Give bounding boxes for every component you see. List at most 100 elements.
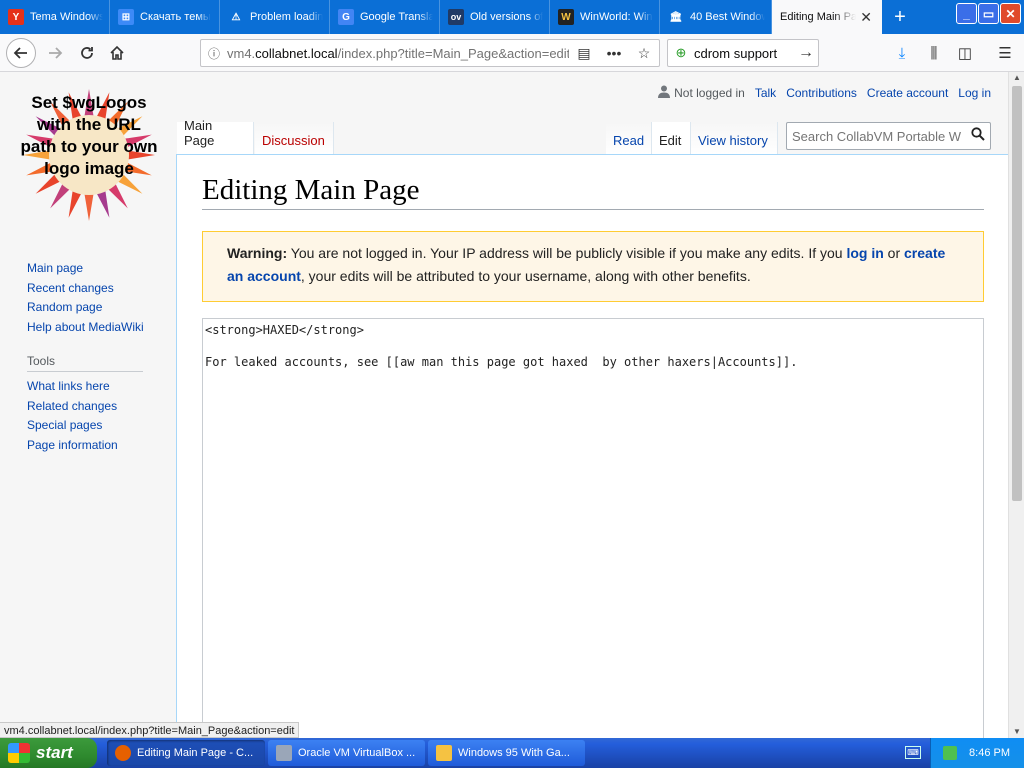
tab-title: Old versions of bbox=[470, 11, 543, 23]
bookmark-star-icon[interactable]: ☆ bbox=[629, 45, 659, 62]
tab-winworld[interactable]: W WinWorld: Windows bbox=[550, 0, 660, 34]
warning-text: You are not logged in. Your IP address w… bbox=[287, 245, 847, 261]
tab-edit[interactable]: Edit bbox=[652, 122, 691, 154]
search-engine-icon[interactable]: ⊕ bbox=[668, 45, 694, 61]
home-button[interactable] bbox=[102, 38, 132, 68]
start-button[interactable]: start bbox=[0, 738, 97, 768]
back-button[interactable] bbox=[6, 38, 36, 68]
page-scrollbar[interactable]: ▲ ▼ bbox=[1008, 72, 1024, 738]
scroll-up-arrow-icon[interactable]: ▲ bbox=[1011, 72, 1023, 84]
search-input[interactable]: cdrom support bbox=[694, 46, 794, 61]
library-icon[interactable]: ⫼ bbox=[922, 42, 946, 64]
tab-view-history[interactable]: View history bbox=[691, 122, 778, 154]
task-label: Editing Main Page - C... bbox=[137, 747, 254, 759]
network-icon[interactable] bbox=[943, 746, 957, 760]
menu-icon[interactable]: ☰ bbox=[993, 42, 1017, 64]
downloads-icon[interactable]: ⤓ bbox=[890, 42, 914, 64]
tab-download-themes[interactable]: ⊞ Скачать темы bbox=[110, 0, 220, 34]
tab-40-best-windows[interactable]: 🏛 40 Best Windows bbox=[660, 0, 772, 34]
log-in-link[interactable]: Log in bbox=[958, 86, 991, 100]
close-window-button[interactable]: ✕ bbox=[1000, 3, 1021, 24]
minimize-button[interactable]: _ bbox=[956, 3, 977, 24]
tab-title: Editing Main Page bbox=[780, 11, 857, 23]
tab-discussion[interactable]: Discussion bbox=[255, 122, 334, 154]
tab-editing-main-page[interactable]: Editing Main Page ✕ bbox=[772, 0, 882, 34]
tab-title: Tema Windows bbox=[30, 11, 103, 23]
maximize-button[interactable]: ▭ bbox=[978, 3, 999, 24]
editor-line: <strong>HAXED</strong> bbox=[205, 323, 364, 337]
sidebar-icon[interactable]: ◫ bbox=[953, 42, 977, 64]
nav-main-page[interactable]: Main page bbox=[27, 259, 144, 279]
arrow-left-icon bbox=[13, 47, 27, 59]
tab-google-translate[interactable]: G Google Translate bbox=[330, 0, 440, 34]
page-viewport: Set $wgLogos with the URL path to your o… bbox=[0, 72, 1008, 738]
login-status: Not logged in bbox=[674, 86, 745, 100]
clock[interactable]: 8:46 PM bbox=[969, 747, 1010, 759]
close-tab-icon[interactable]: ✕ bbox=[856, 9, 876, 26]
wikitext-editor[interactable]: <strong>HAXED</strong> For leaked account… bbox=[202, 318, 984, 738]
oldversion-icon: ov bbox=[448, 9, 464, 25]
scroll-down-arrow-icon[interactable]: ▼ bbox=[1011, 726, 1023, 738]
tab-main-page[interactable]: Main Page bbox=[177, 118, 254, 154]
tab-problem-loading[interactable]: ⚠ Problem loading bbox=[220, 0, 330, 34]
talk-link[interactable]: Talk bbox=[755, 86, 776, 100]
google-translate-icon: G bbox=[338, 9, 354, 25]
warning-text: , your edits will be attributed to your … bbox=[300, 268, 751, 284]
tool-related-changes[interactable]: Related changes bbox=[27, 397, 118, 417]
new-tab-button[interactable]: + bbox=[886, 0, 914, 34]
wiki-search-input[interactable] bbox=[787, 127, 966, 145]
task-label: Windows 95 With Ga... bbox=[458, 747, 570, 759]
firefox-icon bbox=[115, 745, 131, 761]
search-icon[interactable] bbox=[966, 127, 990, 145]
search-go-icon[interactable]: → bbox=[794, 44, 818, 62]
task-virtualbox[interactable]: Oracle VM VirtualBox ... bbox=[268, 740, 425, 766]
tools-portal: What links here Related changes Special … bbox=[27, 377, 118, 455]
tab-read[interactable]: Read bbox=[606, 122, 652, 154]
task-label: Oracle VM VirtualBox ... bbox=[298, 747, 416, 759]
tab-tema-windows[interactable]: Y Tema Windows bbox=[0, 0, 110, 34]
content-body: Editing Main Page Warning: You are not l… bbox=[176, 154, 1008, 738]
search-bar[interactable]: ⊕ cdrom support → bbox=[667, 39, 819, 67]
wiki-search-box[interactable] bbox=[786, 122, 991, 150]
tab-title: Google Translate bbox=[360, 11, 433, 23]
tab-old-versions[interactable]: ov Old versions of bbox=[440, 0, 550, 34]
tool-special-pages[interactable]: Special pages bbox=[27, 416, 118, 436]
windows-95-icon bbox=[436, 745, 452, 761]
home-icon bbox=[110, 45, 124, 60]
forward-button[interactable] bbox=[40, 38, 70, 68]
create-account-link[interactable]: Create account bbox=[867, 86, 948, 100]
url-domain: collabnet.local bbox=[255, 45, 338, 61]
reader-view-icon[interactable]: ▤ bbox=[569, 45, 599, 62]
address-bar[interactable]: ⓘ vm4.collabnet.local/index.php?title=Ma… bbox=[200, 39, 660, 67]
warning-text: or bbox=[883, 245, 905, 261]
page-actions-icon[interactable]: ••• bbox=[599, 45, 629, 61]
keyboard-icon[interactable]: ⌨ bbox=[905, 746, 921, 759]
url-text[interactable]: vm4.collabnet.local/index.php?title=Main… bbox=[227, 46, 569, 61]
reload-icon bbox=[81, 47, 93, 59]
nav-random-page[interactable]: Random page bbox=[27, 298, 144, 318]
reload-button[interactable] bbox=[72, 38, 102, 68]
windows-icon: ⊞ bbox=[118, 9, 134, 25]
tab-title: Скачать темы bbox=[140, 11, 211, 23]
museum-icon: 🏛 bbox=[669, 11, 683, 23]
task-windows-95[interactable]: Windows 95 With Ga... bbox=[428, 740, 585, 766]
user-icon bbox=[658, 85, 671, 101]
nav-recent-changes[interactable]: Recent changes bbox=[27, 279, 144, 299]
tool-what-links-here[interactable]: What links here bbox=[27, 377, 118, 397]
page-title: Editing Main Page bbox=[202, 174, 984, 210]
contributions-link[interactable]: Contributions bbox=[786, 86, 857, 100]
arrow-right-icon bbox=[49, 47, 63, 59]
browser-toolbar: ⓘ vm4.collabnet.local/index.php?title=Ma… bbox=[0, 34, 1024, 72]
task-firefox-editing-main-page[interactable]: Editing Main Page - C... bbox=[107, 740, 265, 766]
tab-title: Problem loading bbox=[250, 11, 323, 23]
tool-page-information[interactable]: Page information bbox=[27, 436, 118, 456]
nav-help[interactable]: Help about MediaWiki bbox=[27, 318, 144, 338]
windows-taskbar: start Editing Main Page - C... Oracle VM… bbox=[0, 738, 1024, 768]
info-icon[interactable]: ⓘ bbox=[201, 45, 227, 62]
scrollbar-thumb[interactable] bbox=[1012, 86, 1022, 501]
url-prefix: vm4. bbox=[227, 45, 256, 61]
editor-line: For leaked accounts, see [[aw man this p… bbox=[205, 355, 798, 369]
tools-heading: Tools bbox=[27, 354, 143, 372]
warning-login-link[interactable]: log in bbox=[846, 245, 883, 261]
